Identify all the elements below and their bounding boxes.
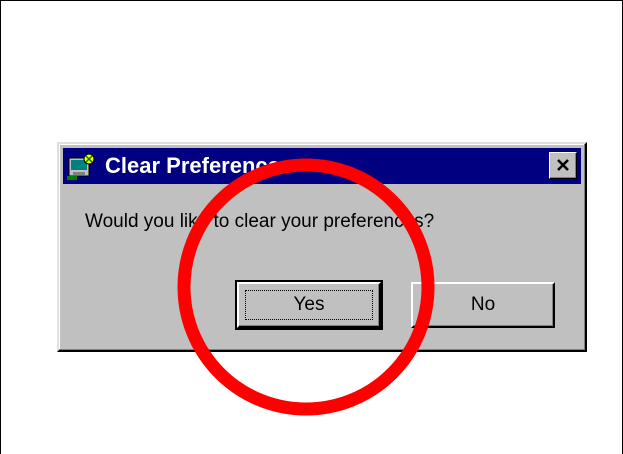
close-icon (557, 159, 569, 171)
close-button[interactable] (549, 152, 577, 179)
dialog-title: Clear Preferences (105, 153, 293, 178)
page-canvas: Clear Preferences Would you like to clea… (0, 0, 623, 454)
yes-button-label: Yes (293, 294, 325, 315)
clear-preferences-dialog: Clear Preferences Would you like to clea… (57, 142, 587, 352)
no-button[interactable]: No (411, 282, 555, 328)
application-icon (67, 152, 97, 180)
dialog-titlebar[interactable]: Clear Preferences (63, 148, 581, 184)
no-button-label: No (470, 294, 496, 315)
yes-button[interactable]: Yes (235, 280, 383, 330)
dialog-message: Would you like to clear your preferences… (85, 211, 435, 232)
